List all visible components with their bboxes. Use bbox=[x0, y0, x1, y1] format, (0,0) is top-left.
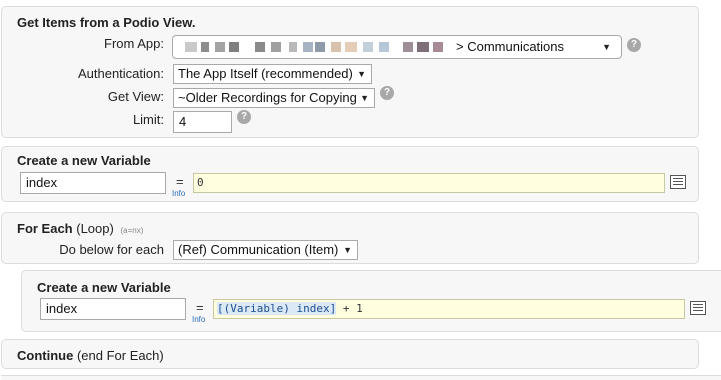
continue-panel: Continue (end For Each) bbox=[1, 339, 699, 369]
expression-rest: + 1 bbox=[336, 302, 363, 315]
expression-editor-icon[interactable] bbox=[690, 301, 706, 315]
equals-sign: = bbox=[176, 174, 184, 189]
authentication-label: Authentication: bbox=[77, 66, 164, 81]
for-each-panel: For Each (Loop) (a=nx) Do below for each… bbox=[1, 212, 699, 264]
limit-label: Limit: bbox=[132, 112, 164, 127]
limit-input[interactable]: 4 bbox=[173, 111, 232, 133]
panel-title: For Each (Loop) (a=nx) bbox=[17, 221, 143, 236]
chevron-down-icon: ▼ bbox=[602, 42, 611, 52]
equals-sign: = bbox=[196, 300, 204, 315]
chevron-down-icon: ▼ bbox=[360, 93, 369, 103]
authentication-value: The App Itself (recommended) bbox=[178, 66, 353, 81]
continue-suffix: (end For Each) bbox=[76, 348, 164, 363]
create-variable-panel: Create a new Variable index = Info 0 bbox=[1, 146, 699, 202]
for-each-title: For Each bbox=[17, 221, 73, 236]
expression-field[interactable]: [(Variable) index] + 1 bbox=[213, 299, 685, 319]
for-each-item-value: (Ref) Communication (Item) bbox=[178, 242, 339, 257]
panel-title: Create a new Variable bbox=[37, 280, 171, 295]
from-app-value: > Communications bbox=[456, 39, 565, 54]
redacted-app-name bbox=[185, 42, 455, 54]
help-icon[interactable]: ? bbox=[627, 38, 641, 52]
for-each-hint: (a=nx) bbox=[120, 226, 144, 235]
continue-title: Continue bbox=[17, 348, 74, 363]
from-app-select[interactable]: > Communications ▼ bbox=[172, 35, 622, 59]
get-view-select[interactable]: ~Older Recordings for Copying ▼ bbox=[173, 88, 375, 108]
variable-name-input[interactable]: index bbox=[20, 172, 166, 194]
info-link[interactable]: Info bbox=[172, 189, 185, 198]
panel-title: Create a new Variable bbox=[17, 153, 151, 168]
for-each-item-select[interactable]: (Ref) Communication (Item) ▼ bbox=[173, 240, 358, 260]
authentication-select[interactable]: The App Itself (recommended) ▼ bbox=[173, 64, 372, 84]
chevron-down-icon: ▼ bbox=[357, 69, 366, 79]
chevron-down-icon: ▼ bbox=[343, 245, 352, 255]
help-icon[interactable]: ? bbox=[380, 86, 394, 100]
expression-value: 0 bbox=[197, 176, 204, 189]
help-icon[interactable]: ? bbox=[237, 110, 251, 124]
info-link[interactable]: Info bbox=[192, 315, 205, 324]
expression-field[interactable]: 0 bbox=[193, 173, 665, 193]
get-view-label: Get View: bbox=[107, 89, 164, 104]
get-items-panel: Get Items from a Podio View. From App: >… bbox=[1, 6, 699, 138]
from-app-label: From App: bbox=[104, 36, 164, 51]
variable-name-input[interactable]: index bbox=[40, 298, 186, 320]
panel-title: Get Items from a Podio View. bbox=[17, 15, 196, 30]
for-each-title-suffix: (Loop) bbox=[76, 221, 114, 236]
get-view-value: ~Older Recordings for Copying bbox=[178, 90, 357, 105]
expression-editor-icon[interactable] bbox=[670, 175, 686, 189]
bottom-divider bbox=[1, 375, 721, 380]
nested-create-variable-panel: Create a new Variable index = Info [(Var… bbox=[21, 270, 721, 332]
variable-token[interactable]: [(Variable) index] bbox=[217, 302, 337, 315]
do-below-label: Do below for each bbox=[59, 242, 164, 257]
panel-title: Continue (end For Each) bbox=[17, 348, 164, 363]
